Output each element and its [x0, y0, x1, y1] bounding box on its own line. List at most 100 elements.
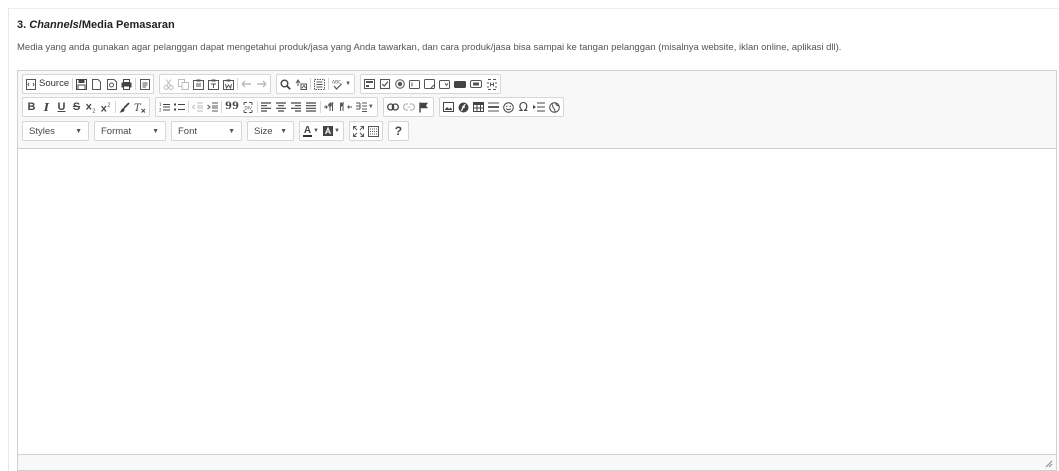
toolbar-group-editing: ABC ▼: [276, 74, 356, 94]
help-button[interactable]: ?: [390, 122, 407, 140]
toolbar-group-paragraph: 12 99 DIV ▼: [155, 97, 378, 117]
paste-word-button[interactable]: [221, 75, 236, 93]
toolbar-group-basicstyles: B I U S 2 2 T: [22, 97, 150, 117]
print-icon: [121, 78, 132, 90]
section-title-rest: /Media Pemasaran: [78, 19, 175, 31]
numbered-list-icon: 12: [159, 102, 170, 112]
align-center-button[interactable]: [274, 98, 289, 116]
styles-dropdown[interactable]: Styles ▼: [22, 121, 89, 141]
text-color-button[interactable]: A ▼: [301, 122, 321, 140]
create-div-button[interactable]: DIV: [241, 98, 256, 116]
table-button[interactable]: [471, 98, 486, 116]
align-right-button[interactable]: [289, 98, 304, 116]
outdent-button[interactable]: [190, 98, 205, 116]
align-left-icon: [261, 102, 272, 112]
superscript-button[interactable]: 2: [99, 98, 114, 116]
size-dropdown-label: Size: [254, 125, 273, 137]
toolbar-separator: [237, 78, 239, 90]
new-page-button[interactable]: [89, 75, 104, 93]
italic-button[interactable]: I: [39, 98, 54, 116]
remove-format-button[interactable]: T: [132, 98, 148, 116]
language-button[interactable]: ▼: [354, 98, 376, 116]
special-char-button[interactable]: Ω: [516, 98, 531, 116]
table-icon: [472, 102, 484, 112]
indent-button[interactable]: [205, 98, 220, 116]
copy-button[interactable]: [176, 75, 191, 93]
text-direction-rtl-button[interactable]: [338, 98, 354, 116]
toolbar-group-forms: [360, 74, 502, 94]
bulleted-list-button[interactable]: [172, 98, 187, 116]
spellcheck-button[interactable]: ABC ▼: [330, 75, 353, 93]
flash-button[interactable]: [456, 98, 471, 116]
align-left-button[interactable]: [259, 98, 274, 116]
page-break-button[interactable]: [531, 98, 547, 116]
show-blocks-button[interactable]: [366, 122, 381, 140]
image-button-field-button[interactable]: [468, 75, 484, 93]
paste-text-button[interactable]: [206, 75, 221, 93]
smiley-button[interactable]: [501, 98, 516, 116]
paste-word-icon: [223, 79, 235, 90]
select-all-button[interactable]: [312, 75, 327, 93]
resize-handle-icon[interactable]: [1045, 460, 1053, 468]
strikethrough-button[interactable]: S: [69, 98, 84, 116]
print-button[interactable]: [119, 75, 134, 93]
templates-button[interactable]: [137, 75, 152, 93]
bold-button[interactable]: B: [24, 98, 39, 116]
textarea-button[interactable]: [422, 75, 437, 93]
checkbox-button[interactable]: [377, 75, 392, 93]
save-button[interactable]: [74, 75, 89, 93]
preview-icon: [106, 78, 117, 90]
subscript-icon: 2: [86, 103, 95, 113]
undo-button[interactable]: [239, 75, 254, 93]
text-direction-ltr-button[interactable]: [322, 98, 338, 116]
font-dropdown[interactable]: Font ▼: [171, 121, 242, 141]
quote-icon: 99: [225, 101, 239, 112]
link-button[interactable]: [385, 98, 401, 116]
subscript-button[interactable]: 2: [84, 98, 99, 116]
editor-content-area[interactable]: [18, 148, 1056, 455]
format-dropdown[interactable]: Format ▼: [94, 121, 166, 141]
image-button[interactable]: [441, 98, 456, 116]
undo-icon: [241, 80, 252, 87]
form-icon: [364, 79, 376, 89]
toolbar-separator: [188, 101, 189, 113]
anchor-button[interactable]: [417, 98, 432, 116]
horizontal-line-button[interactable]: [486, 98, 501, 116]
replace-button[interactable]: [293, 75, 309, 93]
blockquote-button[interactable]: 99: [223, 98, 241, 116]
copy-icon: [178, 78, 190, 90]
preview-button[interactable]: [104, 75, 119, 93]
flag-icon: [419, 102, 429, 112]
redo-button[interactable]: [254, 75, 269, 93]
ltr-icon: [323, 102, 334, 111]
text-field-button[interactable]: [407, 75, 422, 93]
editor-toolbar: Source ABC ▼ B I U S 2 2 T 1 2 99 DIV ▼ …: [18, 71, 1056, 148]
toolbar-group-about: ?: [387, 121, 409, 141]
find-button[interactable]: [278, 75, 293, 93]
justify-button[interactable]: [304, 98, 319, 116]
select-field-button[interactable]: [437, 75, 452, 93]
smiley-icon: [503, 101, 514, 113]
paste-button[interactable]: [191, 75, 206, 93]
button-field-button[interactable]: [452, 75, 468, 93]
numbered-list-button[interactable]: 12: [157, 98, 172, 116]
copy-formatting-button[interactable]: [117, 98, 132, 116]
radio-button[interactable]: [392, 75, 407, 93]
toolbar-row-1: Source ABC ▼: [22, 74, 506, 94]
omega-icon: Ω: [518, 100, 528, 114]
flash-icon: [458, 102, 469, 112]
button-field-icon: [454, 80, 467, 88]
size-dropdown[interactable]: Size ▼: [247, 121, 294, 141]
help-icon: ?: [394, 124, 403, 138]
unlink-button[interactable]: [401, 98, 417, 116]
background-color-button[interactable]: ▼: [321, 122, 342, 140]
form-button[interactable]: [362, 75, 377, 93]
iframe-button[interactable]: [547, 98, 562, 116]
toolbar-row-2: B I U S 2 2 T 12 99 DIV ▼ Ω: [22, 97, 569, 117]
source-button[interactable]: Source: [24, 75, 71, 93]
hidden-field-button[interactable]: [484, 75, 499, 93]
maximize-button[interactable]: [351, 122, 366, 140]
cut-button[interactable]: [161, 75, 176, 93]
format-dropdown-label: Format: [101, 125, 132, 137]
underline-button[interactable]: U: [54, 98, 69, 116]
